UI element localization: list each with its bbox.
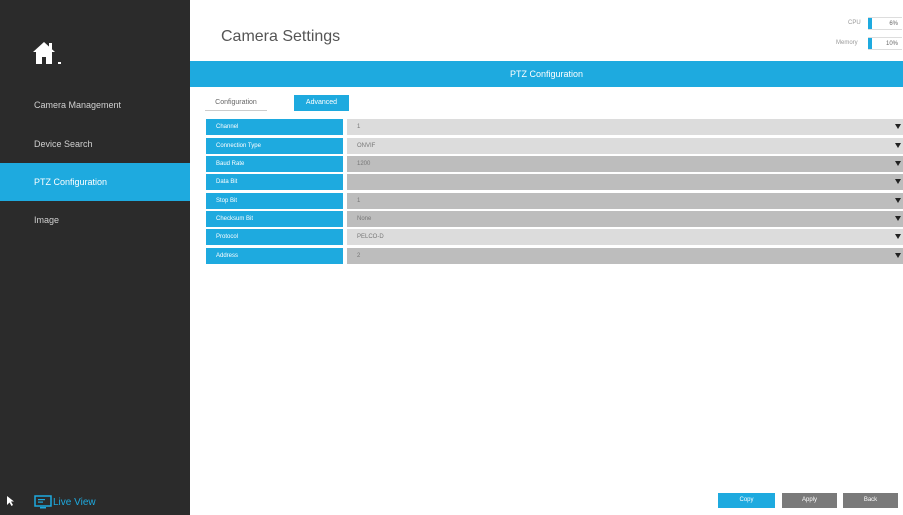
address-select[interactable]: 2 — [347, 248, 903, 264]
form-row-address: Address 2 — [206, 248, 903, 264]
channel-select[interactable]: 1 — [347, 119, 903, 135]
live-view-label: Live View — [53, 497, 96, 508]
caret-down-icon — [895, 234, 901, 239]
field-label: Data Bit — [206, 174, 343, 190]
sidebar-item-label: PTZ Configuration — [34, 177, 108, 187]
sidebar-item-label: Camera Management — [34, 100, 122, 110]
memory-value: 10% — [885, 41, 898, 47]
cursor-arrow-icon — [7, 496, 14, 506]
form-row-stop-bit: Stop Bit 1 — [206, 193, 903, 209]
cpu-meter-fill — [868, 18, 872, 29]
field-value: 1 — [357, 124, 361, 130]
field-label: Checksum Bit — [206, 211, 343, 227]
caret-down-icon — [895, 161, 901, 166]
connection-type-select[interactable]: ONVIF — [347, 138, 903, 154]
field-label: Address — [206, 248, 343, 264]
field-label: Connection Type — [206, 138, 343, 154]
form-row-data-bit: Data Bit — [206, 174, 903, 190]
field-label: Baud Rate — [206, 156, 343, 172]
form-row-connection-type: Connection Type ONVIF — [206, 138, 903, 154]
cpu-value: 6% — [889, 21, 898, 27]
field-value: 1200 — [357, 161, 371, 167]
sidebar-item-label: Image — [34, 215, 60, 225]
memory-label: Memory — [836, 40, 858, 46]
form-row-protocol: Protocol PELCO-D — [206, 229, 903, 245]
caret-down-icon — [895, 198, 901, 203]
field-value: 2 — [357, 253, 361, 259]
caret-down-icon — [895, 253, 901, 258]
sidebar: Camera Management Device Search PTZ Conf… — [0, 0, 190, 515]
sidebar-item-image[interactable]: Image — [0, 201, 190, 239]
monitor-icon — [34, 495, 52, 509]
cpu-meter: 6% — [868, 17, 902, 30]
field-label: Channel — [206, 119, 343, 135]
tab-configuration[interactable]: Configuration — [205, 95, 267, 111]
section-banner: PTZ Configuration — [190, 61, 903, 87]
cpu-label: CPU — [848, 20, 861, 26]
field-label: Stop Bit — [206, 193, 343, 209]
checksum-bit-select[interactable]: None — [347, 211, 903, 227]
field-value: ONVIF — [357, 143, 376, 149]
data-bit-select[interactable] — [347, 174, 903, 190]
field-value: None — [357, 216, 372, 222]
caret-down-icon — [895, 179, 901, 184]
back-button[interactable]: Back — [843, 493, 898, 508]
memory-meter-fill — [868, 38, 872, 49]
sidebar-item-device-search[interactable]: Device Search — [0, 125, 190, 163]
form-row-channel: Channel 1 — [206, 119, 903, 135]
caret-down-icon — [895, 124, 901, 129]
field-value: 1 — [357, 198, 361, 204]
field-value: PELCO-D — [357, 234, 384, 240]
tab-advanced[interactable]: Advanced — [294, 95, 349, 111]
protocol-select[interactable]: PELCO-D — [347, 229, 903, 245]
home-icon[interactable] — [30, 38, 64, 68]
live-view-button[interactable]: Live View — [0, 493, 190, 513]
sidebar-item-label: Device Search — [34, 139, 93, 149]
baud-rate-select[interactable]: 1200 — [347, 156, 903, 172]
sidebar-item-camera-management[interactable]: Camera Management — [0, 86, 190, 124]
field-label: Protocol — [206, 229, 343, 245]
memory-meter: 10% — [868, 37, 902, 50]
caret-down-icon — [895, 143, 901, 148]
caret-down-icon — [895, 216, 901, 221]
stop-bit-select[interactable]: 1 — [347, 193, 903, 209]
form-row-checksum-bit: Checksum Bit None — [206, 211, 903, 227]
apply-button[interactable]: Apply — [782, 493, 837, 508]
page-title: Camera Settings — [221, 28, 341, 45]
copy-button[interactable]: Copy — [718, 493, 775, 508]
sidebar-item-ptz-configuration[interactable]: PTZ Configuration — [0, 163, 190, 201]
form-row-baud-rate: Baud Rate 1200 — [206, 156, 903, 172]
